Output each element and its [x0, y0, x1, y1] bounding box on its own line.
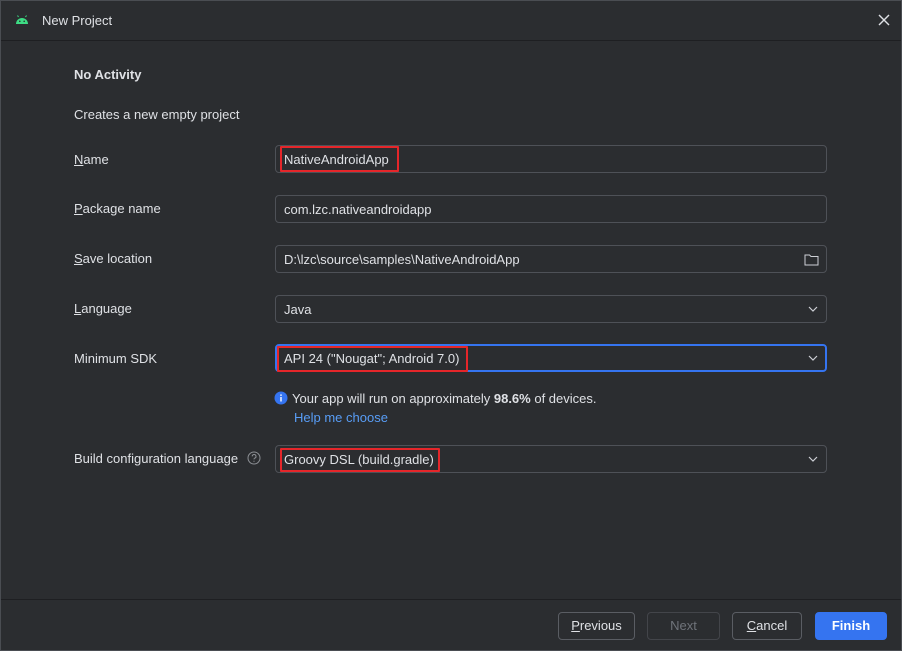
- build-config-language-value: Groovy DSL (build.gradle): [284, 452, 434, 467]
- chevron-down-icon: [808, 306, 818, 312]
- package-name-label: Package name: [74, 201, 161, 216]
- help-me-choose-link[interactable]: Help me choose: [294, 410, 388, 425]
- build-config-language-label: Build configuration language: [74, 451, 239, 466]
- name-field[interactable]: NativeAndroidApp: [275, 145, 827, 173]
- language-label: Language: [74, 301, 132, 316]
- minimum-sdk-dropdown[interactable]: API 24 ("Nougat"; Android 7.0): [275, 344, 827, 372]
- previous-button[interactable]: Previous: [558, 612, 635, 640]
- template-heading: No Activity: [74, 67, 142, 82]
- language-dropdown[interactable]: Java: [275, 295, 827, 323]
- cancel-button[interactable]: Cancel: [732, 612, 802, 640]
- device-coverage-text: Your app will run on approximately 98.6%…: [292, 391, 597, 406]
- package-name-field[interactable]: com.lzc.nativeandroidapp: [275, 195, 827, 223]
- title-bar[interactable]: New Project: [1, 1, 901, 41]
- finish-button[interactable]: Finish: [815, 612, 887, 640]
- folder-icon[interactable]: [804, 253, 819, 266]
- coverage-percent: 98.6%: [493, 391, 531, 406]
- window-title: New Project: [42, 13, 113, 28]
- save-location-value: D:\lzc\source\samples\NativeAndroidApp: [284, 252, 520, 267]
- help-icon[interactable]: [247, 451, 261, 465]
- build-config-language-dropdown[interactable]: Groovy DSL (build.gradle): [275, 445, 827, 473]
- language-value: Java: [284, 302, 312, 317]
- template-description: Creates a new empty project: [74, 107, 240, 122]
- chevron-down-icon: [808, 355, 818, 361]
- minimum-sdk-label: Minimum SDK: [74, 351, 158, 366]
- android-icon: [16, 15, 28, 24]
- package-name-value: com.lzc.nativeandroidapp: [284, 202, 432, 217]
- close-icon[interactable]: [875, 11, 893, 29]
- save-location-label: Save location: [74, 251, 153, 266]
- new-project-dialog: New Project No Activity Creates a new em…: [0, 0, 902, 651]
- info-icon: [274, 391, 288, 405]
- name-value: NativeAndroidApp: [284, 152, 389, 167]
- minimum-sdk-value: API 24 ("Nougat"; Android 7.0): [284, 351, 460, 366]
- save-location-field[interactable]: D:\lzc\source\samples\NativeAndroidApp: [275, 245, 827, 273]
- next-button[interactable]: Next: [647, 612, 720, 640]
- chevron-down-icon: [808, 456, 818, 462]
- name-label: Name: [74, 152, 109, 167]
